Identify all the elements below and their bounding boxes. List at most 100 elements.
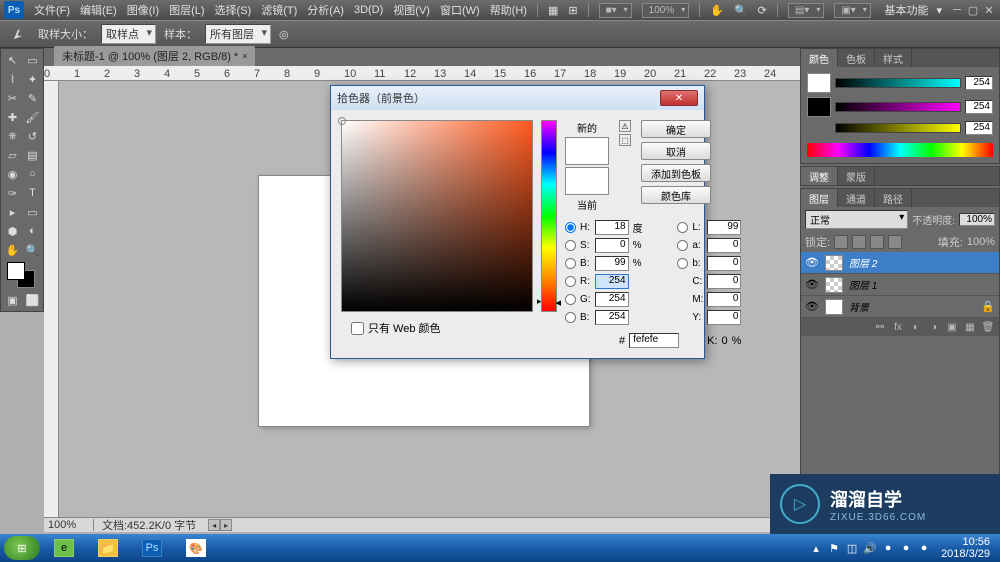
crop-tool[interactable]: ✂ <box>3 89 22 107</box>
radio-r[interactable] <box>565 276 576 287</box>
history-brush-tool[interactable]: ↺ <box>23 127 42 145</box>
maximize-icon[interactable]: ▢ <box>966 4 980 16</box>
lock-pixels-icon[interactable] <box>852 235 866 249</box>
move-tool[interactable]: ↖ <box>3 51 22 69</box>
lock-position-icon[interactable] <box>870 235 884 249</box>
input-b-lab[interactable]: 0 <box>707 256 741 271</box>
panel-bg-swatch[interactable] <box>807 97 831 117</box>
add-swatch-button[interactable]: 添加到色板 <box>641 164 711 182</box>
slider-3[interactable] <box>835 123 961 133</box>
slider-2[interactable] <box>835 102 961 112</box>
current-tool-icon[interactable] <box>8 23 30 45</box>
taskbar-ie[interactable]: e <box>44 536 84 560</box>
zoom-tool[interactable]: 🔍 <box>23 241 42 259</box>
menu-select[interactable]: 选择(S) <box>215 2 252 18</box>
layer-name[interactable]: 图层 2 <box>849 255 877 270</box>
slider-1[interactable] <box>835 78 961 88</box>
lock-all-icon[interactable] <box>888 235 902 249</box>
input-l[interactable]: 99 <box>707 220 741 235</box>
lock-transparency-icon[interactable] <box>834 235 848 249</box>
minimize-icon[interactable]: ─ <box>950 4 964 16</box>
group-icon[interactable]: ▣ <box>945 320 959 334</box>
web-only-input[interactable] <box>351 322 364 335</box>
brush-tool[interactable]: 🖌 <box>23 108 42 126</box>
arrange-docs-dropdown[interactable]: ▤▾ <box>788 3 824 18</box>
3d-tool[interactable]: ⬢ <box>3 222 22 240</box>
radio-b-hsb[interactable] <box>565 258 576 269</box>
marquee-tool[interactable]: ▭ <box>23 51 42 69</box>
visibility-icon[interactable]: 👁 <box>805 278 819 291</box>
hue-slider[interactable] <box>541 120 557 312</box>
taskbar-photoshop[interactable]: Ps <box>132 536 172 560</box>
pen-tool[interactable]: ✑ <box>3 184 22 202</box>
launch-bridge-icon[interactable]: ▦ <box>548 4 558 17</box>
input-g[interactable]: 254 <box>595 292 629 307</box>
scroll-right-icon[interactable]: ▸ <box>220 519 232 531</box>
close-icon[interactable]: ✕ <box>982 4 996 16</box>
tab-layers[interactable]: 图层 <box>801 189 838 207</box>
eraser-tool[interactable]: ▱ <box>3 146 22 164</box>
quick-select-tool[interactable]: ✦ <box>23 70 42 88</box>
dialog-titlebar[interactable]: 拾色器（前景色） ✕ <box>331 86 704 110</box>
opacity-field[interactable]: 100% <box>959 213 995 226</box>
input-b-rgb[interactable]: 254 <box>595 310 629 325</box>
slider-val-1[interactable]: 254 <box>965 76 993 90</box>
menu-view[interactable]: 视图(V) <box>393 2 430 18</box>
stamp-tool[interactable]: ⎈ <box>3 127 22 145</box>
spectrum-bar[interactable] <box>807 143 993 157</box>
dodge-tool[interactable]: ○ <box>23 165 42 183</box>
color-swatches[interactable] <box>3 260 42 290</box>
h-scrollbar[interactable]: ◂ ▸ <box>208 519 232 531</box>
taskbar-explorer[interactable]: 📁 <box>88 536 128 560</box>
tray-flag-icon[interactable]: ⚑ <box>827 541 841 555</box>
ring-sample-icon[interactable]: ◎ <box>279 28 289 41</box>
tab-paths[interactable]: 路径 <box>875 189 912 207</box>
tray-volume-icon[interactable]: 🔊 <box>863 541 877 555</box>
radio-g[interactable] <box>565 294 576 305</box>
input-hex[interactable]: fefefe <box>629 333 679 348</box>
blend-mode-dropdown[interactable]: 正常 <box>805 210 908 229</box>
hand-tool[interactable]: ✋ <box>3 241 22 259</box>
input-m[interactable]: 0 <box>707 292 741 307</box>
sample-layers-combo[interactable]: 所有图层 <box>205 24 271 44</box>
scroll-left-icon[interactable]: ◂ <box>208 519 220 531</box>
tab-close-icon[interactable]: × <box>242 51 247 61</box>
menu-analysis[interactable]: 分析(A) <box>307 2 344 18</box>
blur-tool[interactable]: ◉ <box>3 165 22 183</box>
fill-field[interactable]: 100% <box>967 236 995 248</box>
zoom-field[interactable]: 100% <box>44 519 94 531</box>
input-k[interactable]: 0 <box>722 335 728 347</box>
input-h[interactable]: 18 <box>595 220 629 235</box>
path-select-tool[interactable]: ▸ <box>3 203 22 221</box>
menu-help[interactable]: 帮助(H) <box>490 2 527 18</box>
type-tool[interactable]: T <box>23 184 42 202</box>
tab-adjustments[interactable]: 调整 <box>801 167 838 185</box>
foreground-color-swatch[interactable] <box>7 262 25 280</box>
delete-layer-icon[interactable]: 🗑 <box>981 320 995 334</box>
workspace-switcher[interactable]: 基本功能 <box>884 2 928 18</box>
tab-masks[interactable]: 蒙版 <box>838 167 875 185</box>
radio-a[interactable] <box>677 240 688 251</box>
view-extras-dropdown[interactable]: ■▾ <box>599 3 632 18</box>
healing-tool[interactable]: ✚ <box>3 108 22 126</box>
layer-name[interactable]: 图层 1 <box>849 277 877 292</box>
document-tab[interactable]: 未标题-1 @ 100% (图层 2, RGB/8) * × <box>54 46 255 66</box>
ok-button[interactable]: 确定 <box>641 120 711 138</box>
input-b-hsb[interactable]: 99 <box>595 256 629 271</box>
input-r[interactable]: 254 <box>595 274 629 289</box>
websafe-warning-icon[interactable]: ⬚ <box>619 134 631 146</box>
menu-image[interactable]: 图像(I) <box>127 2 159 18</box>
sample-size-combo[interactable]: 取样点 <box>101 24 156 44</box>
zoom-level-dropdown[interactable]: 100% <box>642 3 690 18</box>
tab-channels[interactable]: 通道 <box>838 189 875 207</box>
slider-val-2[interactable]: 254 <box>965 100 993 114</box>
link-layers-icon[interactable]: ⚯ <box>873 320 887 334</box>
radio-b-rgb[interactable] <box>565 312 576 323</box>
adjustment-layer-icon[interactable]: ◑ <box>927 320 941 334</box>
layer-fx-icon[interactable]: fx <box>891 320 905 334</box>
tray-network-icon[interactable]: ◫ <box>845 541 859 555</box>
menu-file[interactable]: 文件(F) <box>34 2 70 18</box>
layer-mask-icon[interactable]: ◐ <box>909 320 923 334</box>
color-field[interactable] <box>341 120 533 312</box>
tab-color[interactable]: 颜色 <box>801 49 838 67</box>
